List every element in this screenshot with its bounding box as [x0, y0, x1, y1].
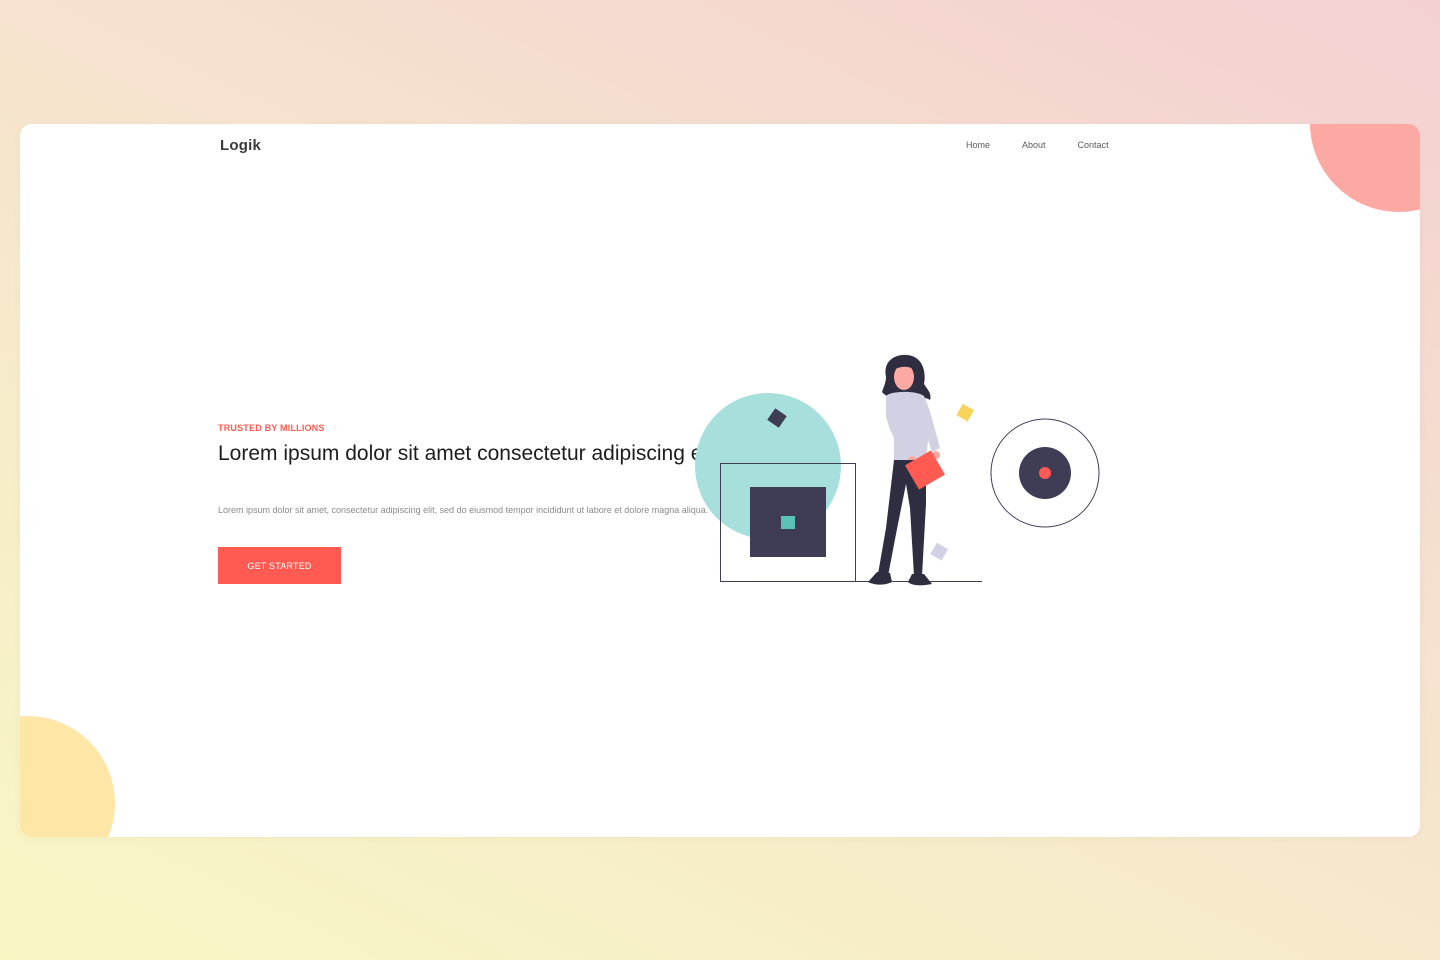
get-started-button[interactable]: GET STARTED	[218, 547, 341, 584]
hero-eyebrow: TRUSTED BY MILLIONS	[218, 423, 325, 433]
nav-item-about[interactable]: About	[1006, 140, 1062, 150]
teal-small-square-shape	[781, 516, 795, 529]
hero-description: Lorem ipsum dolor sit amet, consectetur …	[218, 505, 709, 515]
yellow-diamond-shape	[956, 403, 975, 422]
target-center-dot	[1039, 467, 1051, 479]
woman-holding-paper-illustration	[695, 354, 1100, 586]
decorative-yellow-circle	[20, 716, 115, 837]
hero-headline: Lorem ipsum dolor sit amet consectetur a…	[218, 442, 718, 465]
landing-page-card: Logik Home About Contact TRUSTED BY MILL…	[20, 124, 1420, 837]
main-nav: Home About Contact	[950, 140, 1125, 150]
lavender-diamond-shape	[930, 542, 949, 561]
nav-item-contact[interactable]: Contact	[1062, 140, 1125, 150]
decorative-pink-circle	[1310, 124, 1420, 212]
nav-item-home[interactable]: Home	[950, 140, 1006, 150]
brand-logo[interactable]: Logik	[220, 137, 261, 154]
